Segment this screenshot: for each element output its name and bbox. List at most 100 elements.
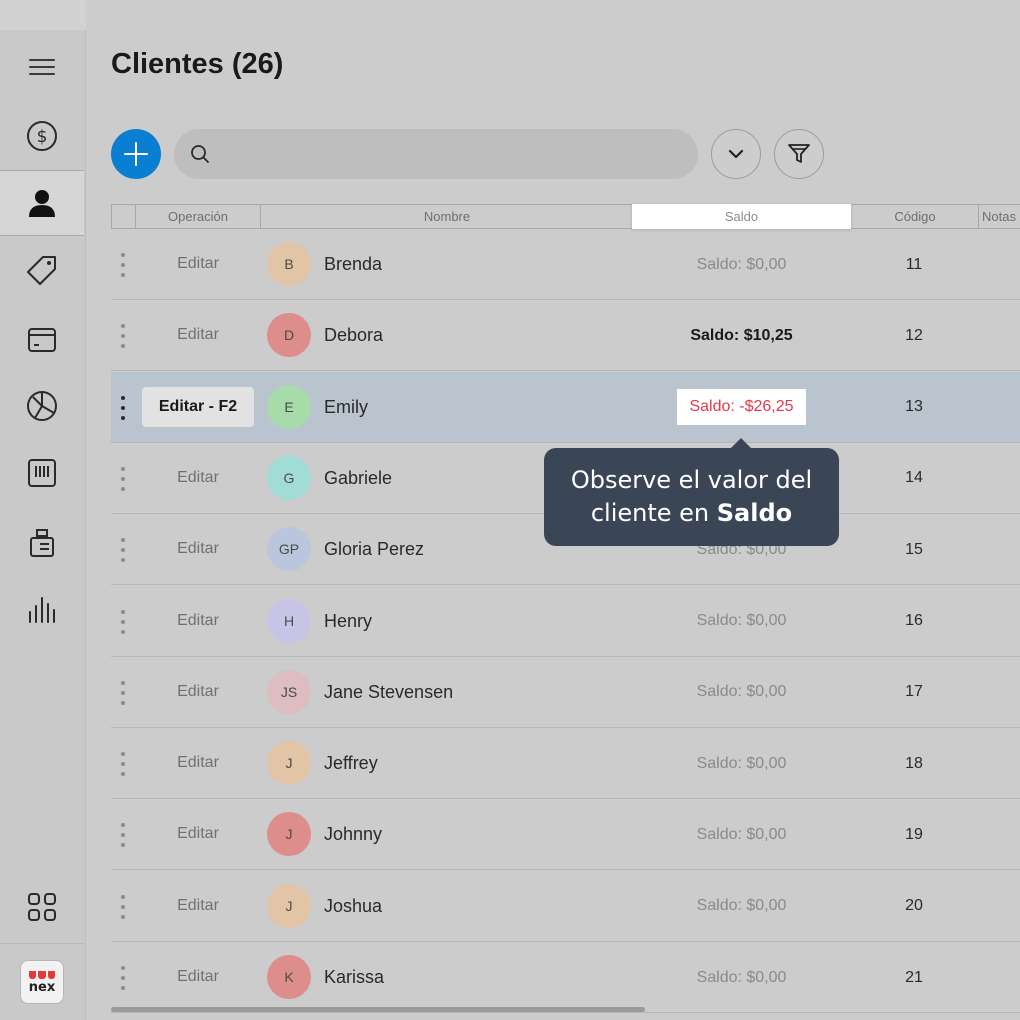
filter-button[interactable] bbox=[774, 129, 824, 179]
avatar: J bbox=[267, 812, 311, 857]
table-row[interactable]: Editar D Debora Saldo: $10,25 12 bbox=[111, 300, 1020, 372]
add-client-button[interactable] bbox=[111, 129, 161, 179]
row-menu-icon[interactable] bbox=[120, 823, 126, 848]
client-name: Jeffrey bbox=[324, 753, 378, 774]
avatar: K bbox=[267, 955, 311, 999]
edit-button[interactable]: Editar bbox=[142, 672, 254, 712]
tooltip-line-2: cliente en Saldo bbox=[544, 497, 839, 530]
avatar: J bbox=[267, 741, 311, 786]
chart-pie-icon[interactable] bbox=[0, 373, 84, 439]
avatar: D bbox=[267, 313, 311, 358]
edit-button[interactable]: Editar bbox=[142, 244, 254, 284]
header-notes[interactable]: Notas bbox=[979, 205, 1020, 228]
table-row[interactable]: Editar K Karissa Saldo: $0,00 21 bbox=[111, 942, 1020, 1013]
search-input[interactable] bbox=[174, 129, 698, 179]
edit-button[interactable]: Editar - F2 bbox=[142, 386, 254, 427]
header-saldo[interactable]: Saldo bbox=[632, 204, 851, 229]
tutorial-tooltip: Observe el valor del cliente en Saldo bbox=[544, 438, 839, 546]
edit-button[interactable]: Editar bbox=[142, 814, 254, 854]
row-menu-icon[interactable] bbox=[120, 609, 126, 634]
client-saldo: Saldo: $0,00 bbox=[696, 897, 787, 915]
client-code: 14 bbox=[905, 469, 923, 487]
edit-button[interactable]: Editar bbox=[142, 957, 254, 997]
bar-chart-icon[interactable] bbox=[0, 576, 84, 642]
edit-button[interactable]: Editar bbox=[142, 315, 254, 355]
row-menu-icon[interactable] bbox=[120, 324, 126, 349]
table-row[interactable]: Editar H Henry Saldo: $0,00 16 bbox=[111, 586, 1020, 657]
client-name: Henry bbox=[324, 610, 373, 631]
edit-button[interactable]: Editar bbox=[142, 743, 254, 783]
client-name: Debora bbox=[324, 325, 384, 346]
client-code: 12 bbox=[905, 326, 923, 344]
table-row[interactable]: Editar J Joshua Saldo: $0,00 20 bbox=[111, 871, 1020, 942]
avatar: B bbox=[267, 242, 311, 286]
table-row[interactable]: Editar J Johnny Saldo: $0,00 19 bbox=[111, 799, 1020, 871]
chevron-down-icon bbox=[728, 149, 744, 159]
client-saldo: Saldo: $0,00 bbox=[696, 968, 787, 986]
horizontal-scrollbar[interactable] bbox=[111, 1007, 645, 1012]
table-header: Operación Nombre Código Notas Saldo bbox=[111, 204, 1020, 229]
client-name: Gloria Perez bbox=[324, 539, 425, 560]
client-code: 16 bbox=[905, 612, 923, 629]
client-code: 21 bbox=[905, 968, 923, 986]
client-code: 11 bbox=[905, 255, 923, 273]
client-saldo: Saldo: $0,00 bbox=[696, 255, 787, 273]
table-row[interactable]: Editar B Brenda Saldo: $0,00 11 bbox=[111, 229, 1020, 300]
register-icon[interactable] bbox=[0, 510, 84, 576]
client-name: Brenda bbox=[324, 254, 383, 274]
client-code: 18 bbox=[905, 754, 923, 772]
tooltip-line-2-prefix: cliente en bbox=[590, 499, 717, 527]
client-saldo: Saldo: -$26,25 bbox=[632, 372, 851, 443]
client-name: Joshua bbox=[324, 895, 383, 916]
row-menu-icon[interactable] bbox=[120, 466, 126, 491]
barcode-icon[interactable] bbox=[0, 440, 84, 506]
client-code: 13 bbox=[905, 398, 923, 416]
sidebar-top bbox=[0, 0, 86, 30]
tooltip-line-1: Observe el valor del bbox=[570, 466, 813, 494]
avatar: G bbox=[267, 455, 311, 500]
client-name: Karissa bbox=[324, 967, 385, 987]
row-menu-icon[interactable] bbox=[120, 966, 126, 990]
edit-button[interactable]: Editar bbox=[142, 458, 254, 498]
client-name: Emily bbox=[324, 396, 368, 417]
client-code: 19 bbox=[905, 825, 923, 843]
table-row[interactable]: Editar JS Jane Stevensen Saldo: $0,00 17 bbox=[111, 657, 1020, 728]
row-menu-icon[interactable] bbox=[120, 253, 126, 277]
expand-button[interactable] bbox=[711, 129, 761, 179]
row-menu-icon[interactable] bbox=[120, 894, 126, 919]
edit-button[interactable]: Editar bbox=[142, 529, 254, 569]
edit-button[interactable]: Editar bbox=[142, 886, 254, 926]
tag-icon[interactable] bbox=[0, 237, 84, 303]
header-code[interactable]: Código bbox=[852, 205, 979, 228]
menu-icon[interactable] bbox=[0, 34, 84, 100]
row-menu-icon[interactable] bbox=[120, 680, 126, 705]
row-menu-icon[interactable] bbox=[120, 538, 126, 563]
edit-button[interactable]: Editar bbox=[142, 601, 254, 641]
avatar: J bbox=[267, 883, 311, 928]
table-row[interactable]: Editar J Jeffrey Saldo: $0,00 18 bbox=[111, 728, 1020, 800]
user-icon[interactable] bbox=[0, 170, 84, 236]
client-saldo: Saldo: $0,00 bbox=[696, 754, 787, 772]
client-saldo: Saldo: $10,25 bbox=[690, 326, 793, 344]
header-operation[interactable]: Operación bbox=[136, 205, 261, 228]
plus-icon bbox=[124, 142, 148, 166]
filter-icon bbox=[788, 144, 810, 163]
avatar: E bbox=[267, 384, 311, 429]
dollar-icon[interactable]: $ bbox=[0, 103, 84, 169]
svg-text:$: $ bbox=[37, 127, 48, 147]
client-code: 17 bbox=[905, 683, 923, 701]
row-menu-icon[interactable] bbox=[120, 752, 126, 777]
client-name: Johnny bbox=[324, 824, 383, 845]
row-menu-icon[interactable] bbox=[120, 395, 126, 420]
header-name[interactable]: Nombre bbox=[261, 205, 633, 228]
avatar: GP bbox=[267, 527, 311, 572]
client-name: Gabriele bbox=[324, 467, 393, 488]
search-icon bbox=[191, 145, 209, 163]
logo-bars-icon bbox=[29, 970, 55, 979]
apps-grid-icon[interactable] bbox=[0, 874, 84, 940]
client-saldo: Saldo: $0,00 bbox=[696, 612, 787, 629]
nex-logo[interactable]: nex bbox=[20, 960, 64, 1004]
box-icon[interactable] bbox=[0, 306, 84, 372]
table-row[interactable]: Editar - F2 E Emily Saldo: -$26,25 13 bbox=[111, 371, 1020, 443]
header-handle-column bbox=[112, 205, 136, 228]
